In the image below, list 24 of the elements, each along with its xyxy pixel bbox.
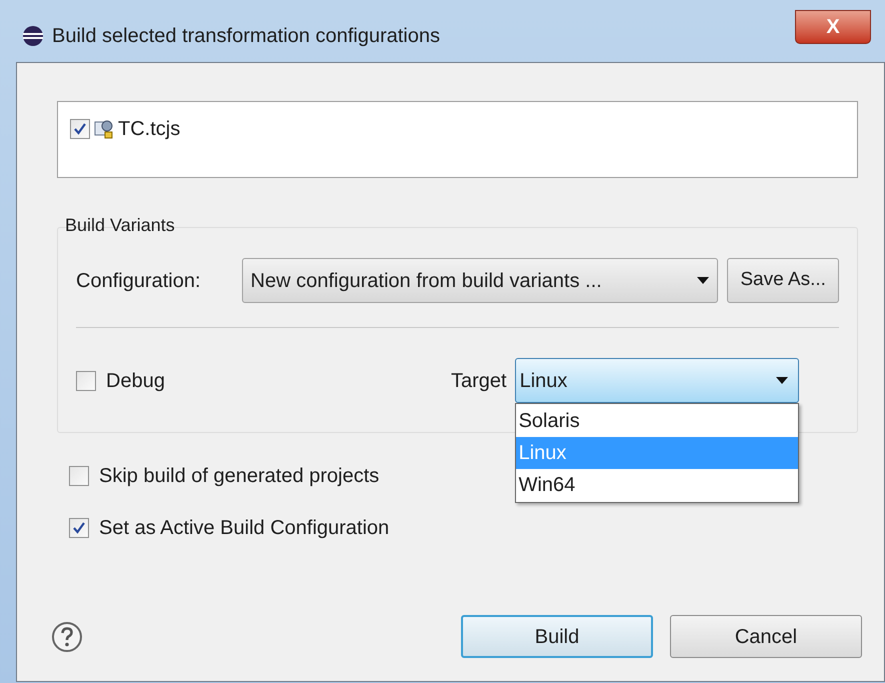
debug-label: Debug — [106, 368, 165, 394]
help-icon[interactable] — [51, 620, 83, 652]
save-as-button[interactable]: Save As... — [727, 258, 839, 303]
option-label: Set as Active Build Configuration — [99, 516, 390, 541]
checkbox[interactable] — [76, 370, 96, 390]
sphere-icon — [22, 25, 44, 47]
checkbox[interactable] — [69, 518, 89, 538]
caret-icon — [776, 377, 788, 384]
configuration-label: Configuration: — [76, 268, 202, 294]
dropdown-option[interactable]: Solaris — [516, 405, 798, 437]
configuration-dropdown[interactable]: New configuration from build variants ... — [242, 258, 718, 303]
file-icon — [94, 119, 114, 139]
checkbox[interactable] — [69, 466, 89, 486]
file-name: TC.tcjs — [118, 117, 180, 142]
window-title: Build selected transformation configurations — [52, 24, 440, 49]
option-label: Skip build of generated projects — [99, 464, 380, 489]
dialog-button[interactable]: Build — [461, 615, 653, 658]
group-title: Build Variants — [65, 214, 176, 237]
checkbox[interactable] — [70, 119, 90, 139]
target-dropdown[interactable]: Linux — [514, 358, 799, 403]
caret-icon — [697, 277, 710, 284]
dialog-button[interactable]: Cancel — [670, 615, 862, 658]
dropdown-option[interactable]: Win64 — [516, 469, 798, 501]
target-label: Target — [451, 368, 507, 394]
